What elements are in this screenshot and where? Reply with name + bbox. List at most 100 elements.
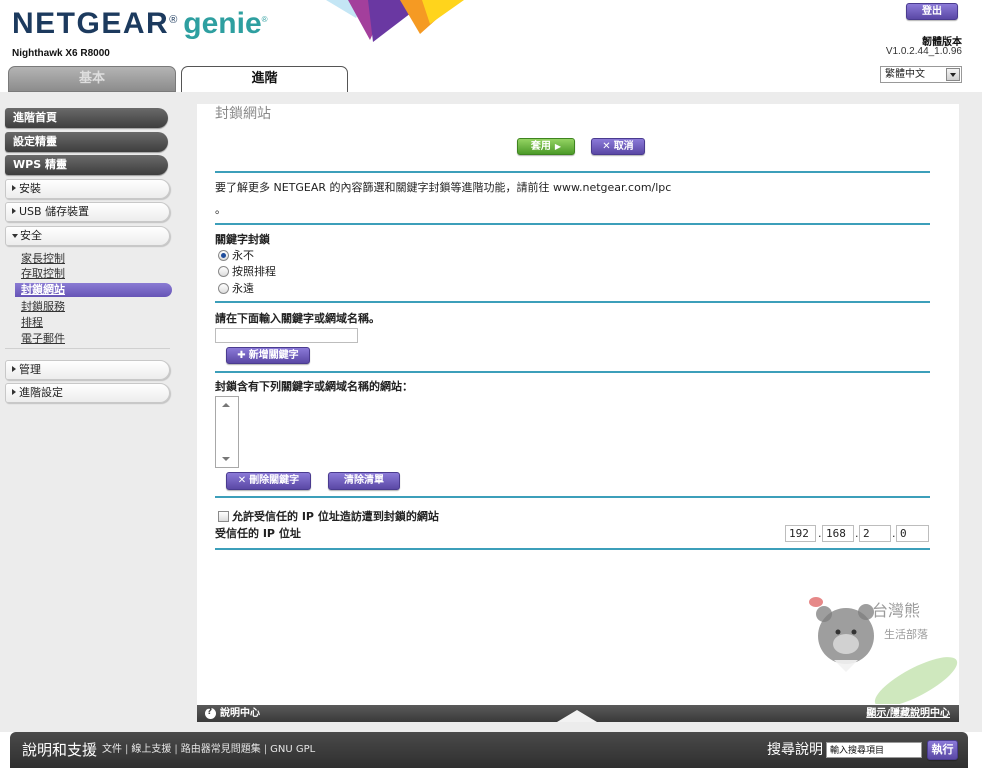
sidebar-item-label: 安裝 bbox=[19, 182, 41, 195]
sidebar-subitem-block-sites[interactable]: 封鎖網站 bbox=[15, 283, 172, 297]
search-help-input[interactable] bbox=[826, 742, 922, 758]
link-documentation[interactable]: 文件 bbox=[102, 744, 122, 755]
caret-right-icon bbox=[12, 208, 16, 214]
sidebar-item-label: WPS 精靈 bbox=[13, 158, 67, 171]
ip-separator: . bbox=[855, 527, 859, 540]
tab-basic[interactable]: 基本 bbox=[8, 66, 176, 92]
toggle-help-center-link[interactable]: 顯示/隱藏說明中心 bbox=[866, 706, 950, 721]
radio-always-label: 永遠 bbox=[232, 282, 254, 295]
logout-button[interactable]: 登出 bbox=[906, 3, 958, 20]
allow-trusted-ip-option[interactable]: 允許受信任的 IP 位址造訪遭到封鎖的網站 bbox=[218, 510, 439, 524]
sidebar-item-security[interactable]: 安全 bbox=[5, 226, 170, 246]
clear-list-button[interactable]: 清除清單 bbox=[328, 472, 400, 490]
section-divider bbox=[215, 301, 930, 303]
radio-never-input[interactable] bbox=[218, 250, 229, 261]
radio-per-schedule[interactable]: 按照排程 bbox=[218, 265, 276, 279]
radio-per-schedule-label: 按照排程 bbox=[232, 265, 276, 278]
sidebar-item-usb-storage[interactable]: USB 儲存裝置 bbox=[5, 202, 170, 222]
section-divider bbox=[215, 223, 930, 225]
allow-trusted-ip-checkbox[interactable] bbox=[218, 511, 229, 522]
blocked-keywords-listbox[interactable] bbox=[215, 396, 239, 468]
info-period: 。 bbox=[215, 203, 226, 216]
sidebar-item-label: 設定精靈 bbox=[13, 135, 57, 148]
plus-icon bbox=[237, 350, 248, 361]
sidebar-item-label: 進階首頁 bbox=[13, 111, 57, 124]
sidebar-subitem-email[interactable]: 電子郵件 bbox=[21, 332, 65, 346]
footer-support-bar: 說明和支援 文件|線上支援|路由器常見問題集|GNU GPL 搜尋說明 執行 bbox=[10, 732, 968, 768]
scroll-down-icon[interactable] bbox=[222, 457, 230, 461]
caret-down-icon bbox=[12, 234, 18, 238]
apply-button[interactable]: 套用 bbox=[517, 138, 575, 155]
scroll-up-icon[interactable] bbox=[222, 403, 230, 407]
sidebar-item-label: 進階設定 bbox=[19, 386, 63, 399]
keyword-blocking-label: 關鍵字封鎖 bbox=[215, 233, 270, 246]
cancel-label: 取消 bbox=[613, 141, 634, 152]
sidebar-item-wps-wizard[interactable]: WPS 精靈 bbox=[5, 155, 168, 175]
trusted-ip-octet-2[interactable] bbox=[822, 525, 854, 542]
sidebar-subitem-parental-control[interactable]: 家長控制 bbox=[21, 252, 65, 266]
radio-never[interactable]: 永不 bbox=[218, 249, 254, 263]
radio-per-schedule-input[interactable] bbox=[218, 266, 229, 277]
section-divider bbox=[215, 496, 930, 498]
bear-watermark: 台灣熊 生活部落 bbox=[809, 597, 958, 704]
model-name: Nighthawk X6 R8000 bbox=[12, 48, 110, 59]
close-icon bbox=[238, 475, 249, 486]
info-text: 要了解更多 NETGEAR 的內容篩選和關鍵字封鎖等進階功能，請前往 www.n… bbox=[215, 181, 672, 194]
link-gnu-gpl[interactable]: GNU GPL bbox=[270, 744, 315, 755]
tab-advanced[interactable]: 進階 bbox=[181, 66, 348, 92]
sidebar-item-label: 管理 bbox=[19, 363, 41, 376]
sidebar-subitem-schedule[interactable]: 排程 bbox=[21, 316, 43, 330]
link-separator: | bbox=[174, 744, 178, 755]
sidebar-item-setup[interactable]: 安裝 bbox=[5, 179, 170, 199]
delete-keyword-button[interactable]: 刪除關鍵字 bbox=[226, 472, 311, 490]
radio-always[interactable]: 永遠 bbox=[218, 282, 254, 296]
caret-right-icon bbox=[12, 185, 16, 191]
support-title: 說明和支援 bbox=[22, 741, 98, 759]
watermark-title: 台灣熊 bbox=[872, 601, 920, 620]
watermark-subtitle: 生活部落 bbox=[884, 627, 928, 641]
help-center-bar: 說明中心 顯示/隱藏說明中心 bbox=[197, 705, 959, 722]
link-separator: | bbox=[125, 744, 129, 755]
section-divider bbox=[215, 171, 930, 173]
delete-keyword-label: 刪除關鍵字 bbox=[249, 475, 300, 486]
help-center-link[interactable]: 說明中心 bbox=[220, 706, 260, 721]
sidebar-subitem-block-services[interactable]: 封鎖服務 bbox=[21, 300, 65, 314]
language-select-value: 繁體中文 bbox=[885, 69, 925, 80]
link-router-faq[interactable]: 路由器常見問題集 bbox=[181, 744, 261, 755]
netgear-genie-logo: NETGEAR® genie® bbox=[12, 4, 268, 50]
decorative-triangles bbox=[326, 0, 464, 42]
trusted-ip-octet-1[interactable] bbox=[785, 525, 816, 542]
close-icon bbox=[602, 141, 613, 152]
router-admin-page: NETGEAR® genie® Nighthawk X6 R8000 登出 韌體版… bbox=[0, 0, 982, 768]
language-select[interactable]: 繁體中文 bbox=[880, 66, 962, 83]
sidebar-item-setup-wizard[interactable]: 設定精靈 bbox=[5, 132, 168, 152]
cancel-button[interactable]: 取消 bbox=[591, 138, 645, 155]
trusted-ip-octet-3[interactable] bbox=[859, 525, 891, 542]
caret-right-icon bbox=[12, 366, 16, 372]
trusted-ip-label: 受信任的 IP 位址 bbox=[215, 527, 301, 540]
sidebar-item-advanced-home[interactable]: 進階首頁 bbox=[5, 108, 168, 128]
keyword-input[interactable] bbox=[215, 328, 358, 343]
section-divider bbox=[215, 371, 930, 373]
search-go-button[interactable]: 執行 bbox=[927, 740, 958, 760]
support-links: 文件 | 線上支援 | 路由器常見問題集 | GNU GPL bbox=[102, 743, 315, 757]
section-divider bbox=[215, 548, 930, 550]
ip-separator: . bbox=[892, 527, 896, 540]
expand-help-arrow-icon[interactable] bbox=[557, 710, 597, 722]
caret-right-icon bbox=[12, 389, 16, 395]
sidebar-subitem-access-control[interactable]: 存取控制 bbox=[21, 267, 65, 281]
sidebar-item-label: 安全 bbox=[20, 229, 42, 242]
logo-brand: NETGEAR bbox=[12, 7, 170, 40]
add-keyword-button[interactable]: 新增關鍵字 bbox=[226, 347, 310, 364]
radio-always-input[interactable] bbox=[218, 283, 229, 294]
blocked-list-label: 封鎖含有下列關鍵字或網域名稱的網站： bbox=[215, 380, 413, 393]
sidebar-item-administration[interactable]: 管理 bbox=[5, 360, 170, 380]
chevron-down-icon[interactable] bbox=[946, 68, 960, 81]
sidebar-item-advanced-setup[interactable]: 進階設定 bbox=[5, 383, 170, 403]
add-keyword-label: 新增關鍵字 bbox=[248, 350, 299, 361]
trusted-ip-octet-4[interactable] bbox=[896, 525, 929, 542]
help-icon[interactable] bbox=[205, 707, 216, 719]
link-online-support[interactable]: 線上支援 bbox=[131, 744, 171, 755]
sidebar-item-label: USB 儲存裝置 bbox=[19, 205, 90, 218]
firmware-version: V1.0.2.44_1.0.96 bbox=[885, 46, 962, 57]
